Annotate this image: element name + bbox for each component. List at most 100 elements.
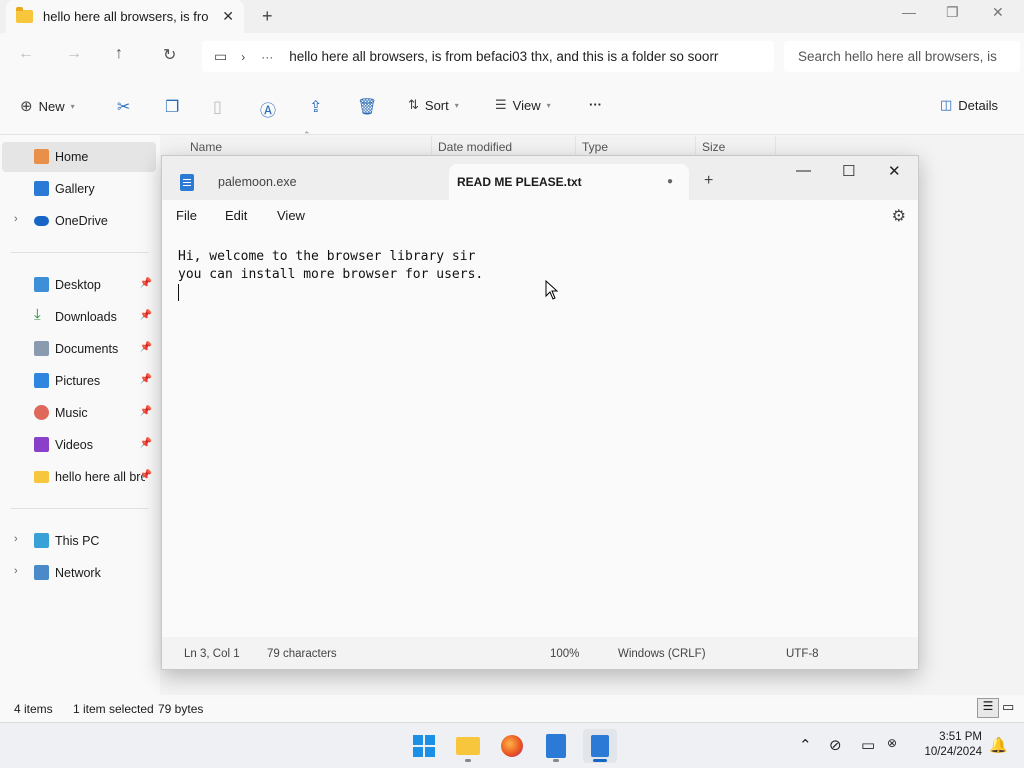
home-icon bbox=[34, 149, 49, 164]
new-tab-button[interactable]: + bbox=[704, 172, 713, 190]
column-header-type[interactable]: Type bbox=[582, 140, 608, 154]
text-editor[interactable]: Hi, welcome to the browser library sir y… bbox=[162, 232, 918, 637]
maximize-button[interactable]: ☐ bbox=[842, 162, 855, 180]
nav-item-label: Desktop bbox=[55, 278, 101, 292]
notepad-tab-readme[interactable]: READ ME PLEASE.txt ● bbox=[449, 164, 689, 200]
text-line: Hi, welcome to the browser library sir bbox=[178, 249, 476, 264]
mouse-pointer-icon bbox=[545, 280, 559, 300]
chevron-down-icon: ▾ bbox=[546, 100, 551, 110]
file-explorer-taskbar-button[interactable] bbox=[451, 729, 485, 763]
paste-icon[interactable]: ▯ bbox=[213, 97, 222, 117]
more-options-icon[interactable]: ··· bbox=[589, 97, 602, 112]
minimize-button[interactable]: — bbox=[902, 4, 916, 20]
notepad-window: palemoon.exe READ ME PLEASE.txt ● + — ☐ … bbox=[161, 155, 919, 670]
expand-chevron-icon[interactable]: › bbox=[14, 565, 18, 577]
show-hidden-icons-chevron-icon[interactable]: ⌃ bbox=[799, 736, 812, 754]
gallery-icon bbox=[34, 181, 49, 196]
close-window-button[interactable]: ✕ bbox=[992, 4, 1004, 21]
pin-icon: 📌 bbox=[139, 470, 152, 481]
back-arrow-icon[interactable]: ← bbox=[18, 45, 34, 63]
new-button[interactable]: ⊕ New ▾ bbox=[20, 97, 75, 115]
up-arrow-icon[interactable]: ↑ bbox=[115, 45, 123, 63]
cut-icon[interactable]: ✂ bbox=[117, 97, 130, 117]
details-button[interactable]: ◫ Details bbox=[940, 97, 998, 113]
menu-view[interactable]: View bbox=[277, 208, 305, 223]
search-input[interactable]: Search hello here all browsers, is bbox=[784, 41, 1020, 72]
column-header-date[interactable]: Date modified bbox=[438, 140, 512, 154]
minimize-button[interactable]: — bbox=[796, 162, 811, 179]
column-header-size[interactable]: Size bbox=[702, 140, 725, 154]
zoom-level[interactable]: 100% bbox=[550, 648, 579, 660]
nav-item-pictures[interactable]: Pictures 📌 bbox=[2, 366, 156, 396]
encoding[interactable]: UTF-8 bbox=[786, 648, 819, 660]
column-header-name[interactable]: Name bbox=[190, 140, 222, 154]
nav-item-thispc[interactable]: › This PC bbox=[2, 526, 156, 556]
notification-bell-icon[interactable]: 🔔 bbox=[989, 736, 1008, 754]
nav-item-gallery[interactable]: Gallery bbox=[2, 174, 156, 204]
new-label: New bbox=[38, 98, 65, 114]
nav-item-label: Home bbox=[55, 150, 89, 164]
windows-logo-icon bbox=[413, 735, 435, 757]
share-icon[interactable]: ⇪ bbox=[309, 97, 322, 117]
music-icon bbox=[34, 405, 49, 420]
view-button[interactable]: ☰ View ▾ bbox=[495, 97, 551, 113]
nav-item-folder[interactable]: hello here all browsers 📌 bbox=[2, 462, 156, 492]
notepad-tab-palemoon[interactable]: palemoon.exe bbox=[172, 164, 442, 200]
nav-item-documents[interactable]: Documents 📌 bbox=[2, 334, 156, 364]
cloud-icon bbox=[34, 216, 49, 226]
refresh-icon[interactable]: ↻ bbox=[163, 45, 176, 65]
firefox-taskbar-button[interactable] bbox=[495, 729, 529, 763]
forward-arrow-icon[interactable]: → bbox=[66, 45, 82, 63]
unsaved-dot-icon[interactable]: ● bbox=[667, 176, 673, 187]
nav-item-label: hello here all browsers bbox=[55, 470, 145, 484]
details-pane-icon: ◫ bbox=[940, 97, 953, 112]
selection-count: 1 item selected bbox=[73, 702, 154, 716]
close-tab-icon[interactable]: ✕ bbox=[222, 8, 234, 25]
nav-item-videos[interactable]: Videos 📌 bbox=[2, 430, 156, 460]
notepad-icon bbox=[591, 735, 609, 757]
text-line: you can install more browser for users. bbox=[178, 267, 484, 282]
address-bar[interactable]: ▭ › ··· hello here all browsers, is from… bbox=[202, 41, 774, 72]
start-button[interactable] bbox=[407, 729, 441, 763]
sort-up-icon: ⌃ bbox=[303, 130, 311, 140]
explorer-tab[interactable]: hello here all browsers, is from ✕ bbox=[6, 0, 244, 33]
sort-button[interactable]: ⇅ Sort ▾ bbox=[408, 97, 459, 113]
overflow-dots-icon[interactable]: ··· bbox=[261, 50, 273, 64]
clock-date: 10/24/2024 bbox=[924, 746, 982, 758]
gear-icon[interactable]: ⚙ bbox=[892, 206, 906, 226]
line-ending[interactable]: Windows (CRLF) bbox=[618, 648, 706, 660]
expand-chevron-icon[interactable]: › bbox=[14, 213, 18, 225]
nav-item-network[interactable]: › Network bbox=[2, 558, 156, 588]
menu-file[interactable]: File bbox=[176, 208, 197, 223]
nav-item-home[interactable]: Home bbox=[2, 142, 156, 172]
copy-icon[interactable]: ❐ bbox=[165, 97, 179, 117]
restore-button[interactable]: ❐ bbox=[946, 4, 959, 21]
expand-chevron-icon[interactable]: › bbox=[14, 533, 18, 545]
nav-item-onedrive[interactable]: › OneDrive bbox=[2, 206, 156, 236]
volume-muted-icon[interactable]: ⊗ bbox=[887, 736, 897, 750]
nav-item-desktop[interactable]: Desktop 📌 bbox=[2, 270, 156, 300]
display-icon[interactable]: ▭ bbox=[861, 736, 875, 754]
address-path: hello here all browsers, is from befaci0… bbox=[289, 49, 719, 64]
view-label: View bbox=[512, 97, 541, 113]
explorer-status-bar: 4 items 1 item selected 79 bytes ☰ ▭ bbox=[0, 695, 1024, 722]
nav-item-label: Pictures bbox=[55, 374, 101, 388]
documents-icon bbox=[34, 341, 49, 356]
clock[interactable]: 3:51 PM 10/24/2024 bbox=[908, 730, 982, 760]
nav-item-downloads[interactable]: ⤓ Downloads 📌 bbox=[2, 302, 156, 332]
delete-icon[interactable]: 🗑 bbox=[357, 97, 377, 117]
wordpad-taskbar-button[interactable] bbox=[539, 729, 573, 763]
pin-icon: 📌 bbox=[139, 374, 152, 385]
rename-icon[interactable]: Ⓐ bbox=[260, 97, 276, 121]
menu-edit[interactable]: Edit bbox=[225, 208, 247, 223]
tiles-view-icon[interactable]: ▭ bbox=[1002, 699, 1014, 715]
document-icon bbox=[546, 734, 566, 758]
nav-item-label: Network bbox=[55, 566, 101, 580]
notepad-taskbar-button[interactable] bbox=[583, 729, 617, 763]
new-tab-button[interactable]: + bbox=[262, 6, 273, 27]
network-disconnected-icon[interactable]: ⊘ bbox=[829, 736, 842, 754]
close-window-button[interactable]: ✕ bbox=[888, 162, 901, 180]
notepad-icon bbox=[180, 173, 194, 191]
nav-item-music[interactable]: Music 📌 bbox=[2, 398, 156, 428]
details-view-icon[interactable]: ☰ bbox=[977, 698, 999, 718]
